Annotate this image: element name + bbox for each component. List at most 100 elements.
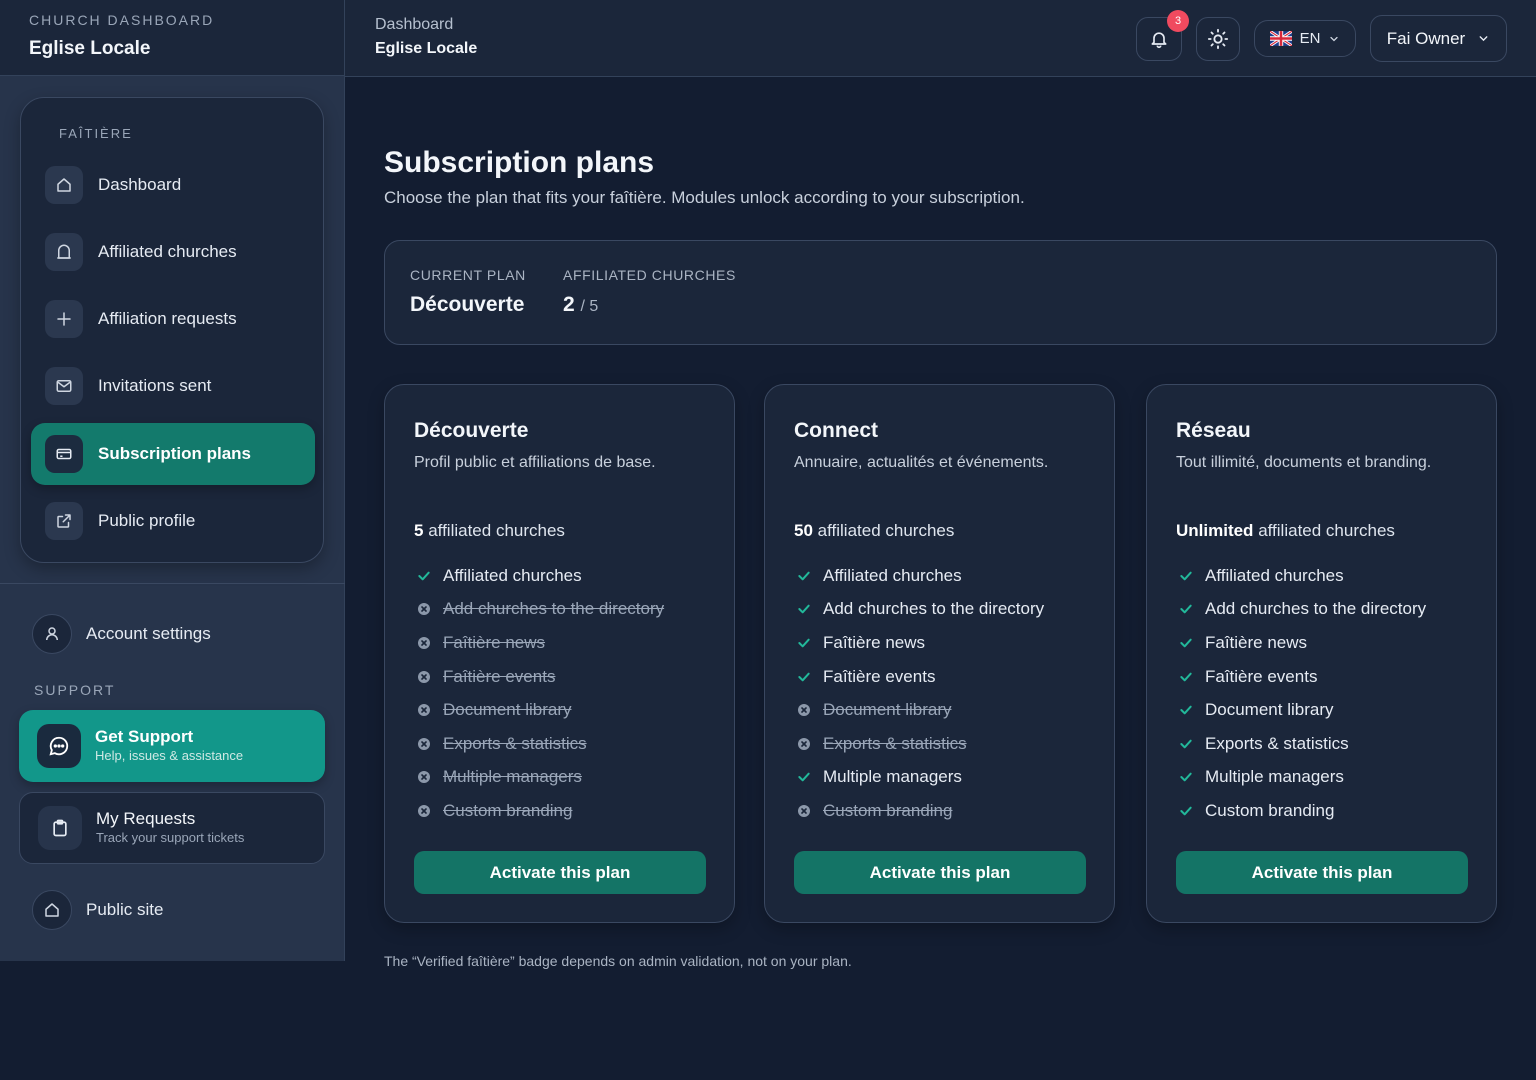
- home-icon: [45, 166, 83, 204]
- get-support-subtitle: Help, issues & assistance: [95, 748, 244, 763]
- plan-description: Tout illimité, documents et branding.: [1176, 454, 1432, 471]
- church-icon: [45, 233, 83, 271]
- check-icon: [794, 566, 814, 586]
- sun-icon: [1207, 28, 1229, 50]
- nav-section-label: FAÎTIÈRE: [59, 126, 133, 141]
- check-icon: [1176, 700, 1196, 720]
- sidebar-item-label: Invitations sent: [98, 376, 212, 395]
- chevron-down-icon: [1328, 33, 1340, 45]
- plan-feature-label: Multiple managers: [443, 767, 582, 787]
- plan-limit-suffix: affiliated churches: [428, 521, 565, 540]
- check-icon: [1176, 767, 1196, 787]
- plan-name: Connect: [794, 419, 878, 442]
- language-selector[interactable]: EN: [1254, 20, 1356, 57]
- plan-feature-label: Custom branding: [443, 800, 573, 820]
- plan-feature-label: Multiple managers: [823, 767, 962, 787]
- plan-limit-value: Unlimited: [1176, 521, 1254, 540]
- plan-feature-list: Affiliated churches Add churches to the d…: [1176, 559, 1426, 828]
- plan-feature-label: Add churches to the directory: [1205, 599, 1427, 619]
- sidebar-item-public-profile[interactable]: Public profile: [31, 490, 315, 552]
- current-plan-summary: CURRENT PLAN Découverte AFFILIATED CHURC…: [384, 240, 1497, 345]
- plan-feature: Multiple managers: [794, 761, 1044, 795]
- plan-feature-label: Document library: [1205, 700, 1334, 720]
- current-plan-label: CURRENT PLAN: [410, 267, 526, 283]
- plan-name: Découverte: [414, 419, 529, 442]
- plan-feature: Custom branding: [414, 794, 664, 828]
- uk-flag-icon: [1269, 31, 1292, 46]
- plan-feature-label: Custom branding: [823, 800, 953, 820]
- plan-feature: Custom branding: [794, 794, 1044, 828]
- plan-card: Découverte Profil public et affiliations …: [384, 384, 735, 923]
- sidebar-item-affiliated-churches[interactable]: Affiliated churches: [31, 221, 315, 283]
- plan-limit-suffix: affiliated churches: [1258, 521, 1395, 540]
- theme-toggle-button[interactable]: [1196, 17, 1240, 61]
- account-settings-link[interactable]: Account settings: [32, 613, 211, 655]
- affiliated-churches-used: 2: [563, 293, 575, 316]
- plan-feature: Document library: [414, 693, 664, 727]
- plan-feature-label: Exports & statistics: [443, 733, 587, 753]
- plan-feature-list: Affiliated churches Add churches to the d…: [794, 559, 1044, 828]
- check-icon: [794, 599, 814, 619]
- my-requests-button[interactable]: My Requests Track your support tickets: [19, 792, 325, 864]
- external-link-icon: [45, 502, 83, 540]
- plan-feature: Multiple managers: [1176, 761, 1426, 795]
- sidebar-item-label: Affiliated churches: [98, 242, 237, 261]
- user-name: Fai Owner: [1386, 28, 1466, 48]
- plan-feature: Exports & statistics: [794, 727, 1044, 761]
- plan-feature-label: Faîtière events: [443, 666, 556, 686]
- plan-feature-label: Multiple managers: [1205, 767, 1344, 787]
- affiliated-churches-label: AFFILIATED CHURCHES: [563, 267, 736, 283]
- sidebar: CHURCH DASHBOARD Eglise Locale FAÎTIÈRE …: [0, 0, 345, 961]
- account-settings-label: Account settings: [86, 624, 211, 643]
- sidebar-header: CHURCH DASHBOARD Eglise Locale: [0, 0, 344, 76]
- sidebar-item-subscription-plans[interactable]: Subscription plans: [31, 423, 315, 485]
- public-site-link[interactable]: Public site: [32, 889, 163, 931]
- plan-feature: Affiliated churches: [794, 559, 1044, 593]
- plan-feature-label: Faîtière news: [443, 632, 546, 652]
- notification-count-badge: 3: [1167, 10, 1189, 32]
- activate-plan-button[interactable]: Activate this plan: [1176, 851, 1468, 894]
- plan-church-limit: Unlimited affiliated churches: [1176, 521, 1395, 541]
- check-icon: [1176, 566, 1196, 586]
- sidebar-item-invitations-sent[interactable]: Invitations sent: [31, 355, 315, 417]
- plan-church-limit: 50 affiliated churches: [794, 521, 954, 541]
- get-support-button[interactable]: Get Support Help, issues & assistance: [19, 710, 325, 782]
- activate-plan-button[interactable]: Activate this plan: [794, 851, 1086, 894]
- sidebar-item-label: Dashboard: [98, 175, 182, 194]
- plan-feature: Affiliated churches: [1176, 559, 1426, 593]
- check-icon: [1176, 801, 1196, 821]
- my-requests-subtitle: Track your support tickets: [96, 830, 245, 845]
- user-menu-button[interactable]: Fai Owner: [1370, 15, 1507, 62]
- sidebar-item-affiliation-requests[interactable]: Affiliation requests: [31, 288, 315, 350]
- plan-feature: Document library: [1176, 693, 1426, 727]
- affiliated-churches-total: / 5: [580, 298, 599, 315]
- x-circle-icon: [414, 599, 434, 619]
- plan-feature: Add churches to the directory: [794, 593, 1044, 627]
- plan-feature: Faîtière events: [794, 660, 1044, 694]
- plan-feature: Affiliated churches: [414, 559, 664, 593]
- plan-feature: Faîtière news: [794, 626, 1044, 660]
- notifications-button[interactable]: 3: [1136, 10, 1189, 61]
- organization-name: Eglise Locale: [29, 38, 151, 59]
- plan-feature-label: Faîtière news: [823, 632, 926, 652]
- x-circle-icon: [794, 801, 814, 821]
- check-icon: [414, 566, 434, 586]
- sidebar-nav-card: FAÎTIÈRE Dashboard Affiliated churches A…: [20, 97, 324, 563]
- get-support-title: Get Support: [95, 727, 194, 746]
- check-icon: [1176, 667, 1196, 687]
- plan-feature: Faîtière events: [414, 660, 664, 694]
- home-icon: [32, 890, 72, 930]
- plan-feature-label: Faîtière news: [1205, 632, 1308, 652]
- sidebar-item-label: Subscription plans: [98, 444, 252, 463]
- plan-description: Profil public et affiliations de base.: [414, 454, 656, 471]
- sidebar-item-dashboard[interactable]: Dashboard: [31, 154, 315, 216]
- breadcrumb-parent[interactable]: Dashboard: [375, 16, 453, 34]
- my-requests-title: My Requests: [96, 809, 196, 828]
- breadcrumb-current: Eglise Locale: [375, 40, 478, 57]
- affiliated-churches-count: 2 / 5: [563, 293, 598, 317]
- plan-feature: Custom branding: [1176, 794, 1426, 828]
- sidebar-divider: [0, 583, 345, 584]
- activate-plan-button[interactable]: Activate this plan: [414, 851, 706, 894]
- plan-card: Réseau Tout illimité, documents et brandi…: [1146, 384, 1497, 923]
- plan-feature: Add churches to the directory: [1176, 593, 1426, 627]
